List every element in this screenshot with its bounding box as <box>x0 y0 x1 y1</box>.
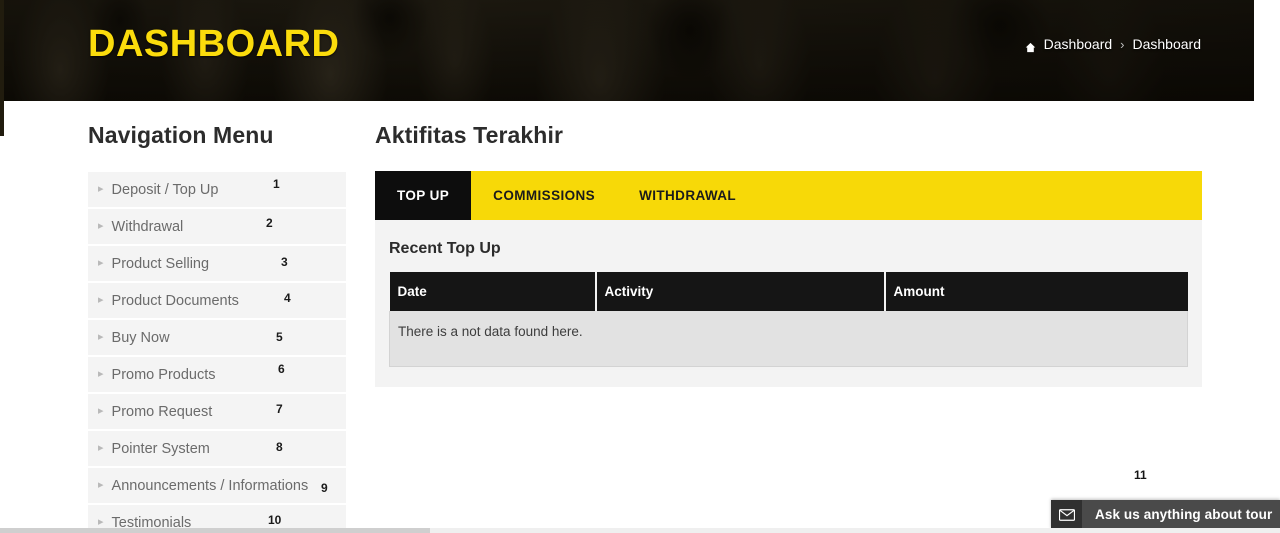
tab-withdrawal[interactable]: WITHDRAWAL <box>617 171 758 220</box>
table-empty-message: There is a not data found here. <box>389 311 1188 367</box>
chevron-right-icon: ▸ <box>98 368 104 380</box>
activity-panel: Recent Top Up Date Activity Amount There i… <box>375 220 1202 387</box>
page-root: DASHBOARD Dashboard › Dashboard Navigati… <box>0 0 1280 533</box>
sidebar-item-promo-request[interactable]: ▸ Promo Request 7 <box>88 394 346 431</box>
sidebar-item-badge: 3 <box>281 255 288 269</box>
sidebar-item-label: Pointer System <box>111 440 210 457</box>
home-icon <box>1025 40 1036 52</box>
breadcrumb: Dashboard › Dashboard <box>1025 36 1201 52</box>
sidebar: Navigation Menu ▸ Deposit / Top Up 1 ▸ Withd… <box>88 122 346 533</box>
chevron-right-icon: ▸ <box>98 331 104 343</box>
chevron-right-icon: ▸ <box>98 479 104 491</box>
sidebar-item-label: Buy Now <box>111 329 170 346</box>
sidebar-title: Navigation Menu <box>88 122 274 148</box>
sidebar-item-withdrawal[interactable]: ▸ Withdrawal 2 <box>88 209 346 246</box>
chevron-right-icon: ▸ <box>98 257 104 269</box>
chevron-right-icon: ▸ <box>98 442 104 454</box>
sidebar-item-label: Deposit / Top Up <box>111 181 219 198</box>
tab-commissions[interactable]: COMMISSIONS <box>471 171 617 220</box>
chevron-right-icon: ▸ <box>98 183 104 195</box>
sidebar-item-label: Withdrawal <box>111 218 184 235</box>
sidebar-item-badge: 1 <box>273 177 280 191</box>
panel-title: Recent Top Up <box>389 240 501 257</box>
chat-widget-button[interactable]: Ask us anything about tour <box>1051 500 1280 529</box>
sidebar-item-pointer-system[interactable]: ▸ Pointer System 8 <box>88 431 346 468</box>
sidebar-item-product-selling[interactable]: ▸ Product Selling 3 <box>88 246 346 283</box>
left-edge-strip <box>0 0 4 136</box>
activity-tabbar: TOP UP COMMISSIONS WITHDRAWAL <box>375 171 1202 220</box>
sidebar-item-label: Product Documents <box>111 292 239 309</box>
horizontal-scrollbar[interactable] <box>0 528 1280 533</box>
sidebar-item-deposit-top-up[interactable]: ▸ Deposit / Top Up 1 <box>88 172 346 209</box>
table-body: There is a not data found here. <box>389 311 1188 367</box>
sidebar-item-badge: 5 <box>276 330 283 344</box>
horizontal-scrollbar-thumb[interactable] <box>0 528 430 533</box>
sidebar-item-buy-now[interactable]: ▸ Buy Now 5 <box>88 320 346 357</box>
sidebar-item-badge: 6 <box>278 362 285 376</box>
table-column-header-amount: Amount <box>884 272 1188 311</box>
recent-topup-table: Date Activity Amount There is a not data f… <box>389 272 1188 367</box>
sidebar-item-label: Promo Request <box>111 403 213 420</box>
table-header-row: Date Activity Amount <box>389 272 1188 311</box>
sidebar-item-product-documents[interactable]: ▸ Product Documents 4 <box>88 283 346 320</box>
tab-top-up[interactable]: TOP UP <box>375 171 472 220</box>
navigation-menu-list: ▸ Deposit / Top Up 1 ▸ Withdrawal 2 ▸ Product S… <box>88 172 346 533</box>
breadcrumb-item-dashboard-root[interactable]: Dashboard <box>1044 36 1113 52</box>
chevron-right-icon: ▸ <box>98 294 104 306</box>
page-title: DASHBOARD <box>88 23 340 65</box>
sidebar-item-badge: 8 <box>276 440 283 454</box>
table-column-header-activity: Activity <box>595 272 886 311</box>
page-banner: DASHBOARD Dashboard › Dashboard <box>0 0 1254 101</box>
breadcrumb-item-dashboard-current[interactable]: Dashboard <box>1133 36 1202 52</box>
sidebar-item-badge: 7 <box>276 402 283 416</box>
chat-widget-badge: 11 <box>1134 468 1147 482</box>
sidebar-item-label: Promo Products <box>111 366 216 383</box>
sidebar-item-badge: 9 <box>321 481 328 495</box>
chevron-right-icon: ▸ <box>98 516 104 528</box>
chevron-right-icon: ▸ <box>98 405 104 417</box>
table-column-header-date: Date <box>389 272 597 311</box>
chevron-right-icon: ▸ <box>98 220 104 232</box>
chat-widget-label: Ask us anything about tour <box>1095 507 1273 522</box>
sidebar-item-label: Product Selling <box>111 255 210 272</box>
sidebar-item-announcements-informations[interactable]: ▸ Announcements / Informations 9 <box>88 468 346 505</box>
table-header: Date Activity Amount <box>389 272 1188 311</box>
breadcrumb-separator-icon: › <box>1120 36 1125 52</box>
main-title: Aktifitas Terakhir <box>375 122 563 148</box>
sidebar-item-badge: 4 <box>284 291 291 305</box>
main-content: Aktifitas Terakhir TOP UP COMMISSIONS WITH… <box>375 122 1202 387</box>
sidebar-item-label: Announcements / Informations <box>111 477 309 494</box>
sidebar-item-badge: 10 <box>268 513 282 527</box>
table-row-empty: There is a not data found here. <box>389 311 1188 367</box>
envelope-icon <box>1051 500 1082 529</box>
sidebar-item-badge: 2 <box>266 216 273 230</box>
sidebar-item-promo-products[interactable]: ▸ Promo Products 6 <box>88 357 346 394</box>
